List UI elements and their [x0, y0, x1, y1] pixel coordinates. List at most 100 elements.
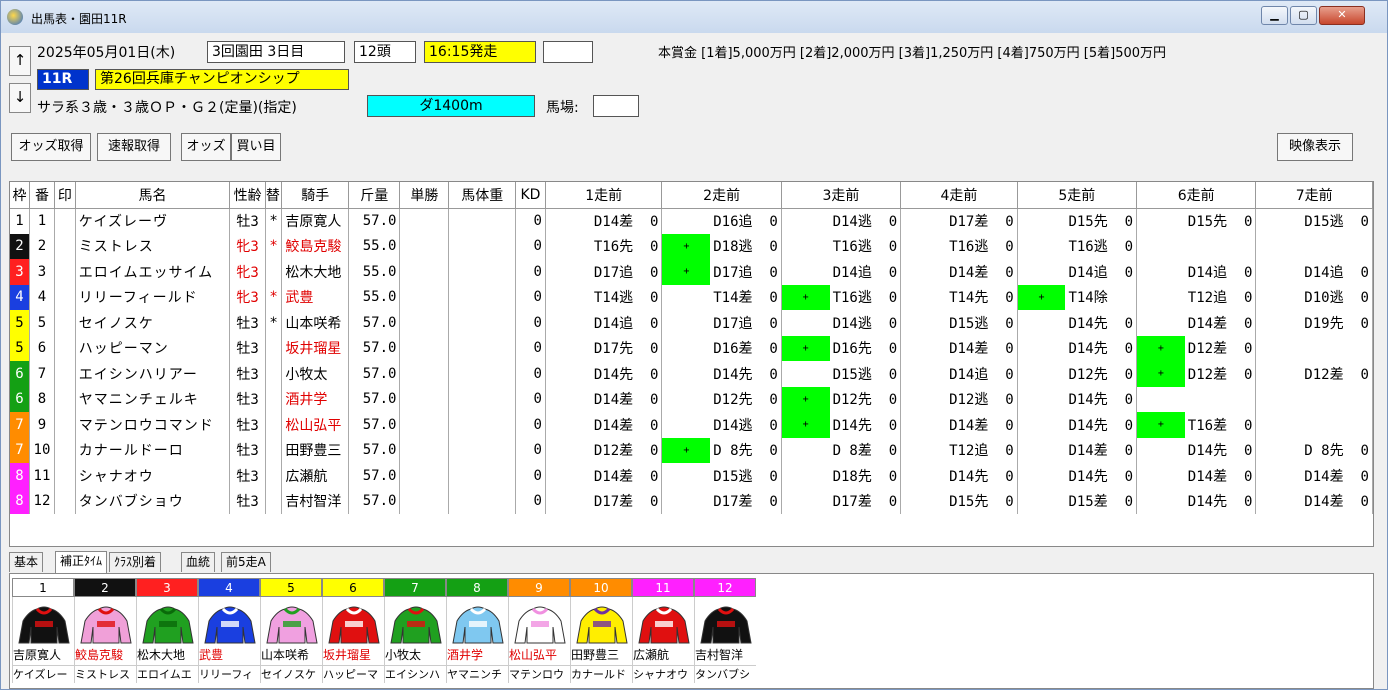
past-run-2[interactable]: D14逃 0: [710, 412, 782, 438]
past-run-1[interactable]: D17差 0: [590, 488, 663, 514]
odds-fetch-button[interactable]: オッズ取得: [11, 133, 91, 161]
past-run-1[interactable]: T16先 0: [590, 233, 663, 259]
table-row[interactable]: 5 6 ハッピーマン 牡3 坂井瑠星 57.0 0 D17先 0 D16差 0 + D16先 0 D1…: [10, 335, 1373, 361]
horse-name[interactable]: ハッピーマン: [75, 335, 231, 361]
past-run-3[interactable]: D14逃 0: [829, 208, 902, 234]
table-row[interactable]: 2 2 ミストレス 牝3 * 鮫島克駿 55.0 0 T16先 0 + D18逃 0 T16逃 0 T1…: [10, 233, 1373, 259]
jockey-name[interactable]: 田野豊三: [281, 437, 350, 463]
column-header[interactable]: 印: [54, 182, 76, 209]
horse-name[interactable]: セイノスケ: [75, 310, 231, 336]
past-run-6[interactable]: D15先 0: [1184, 208, 1257, 234]
past-run-1[interactable]: D14差 0: [590, 463, 663, 489]
column-header[interactable]: 馬体重: [448, 182, 517, 209]
table-row[interactable]: 1 1 ケイズレーヴ 牡3 * 吉原寛人 57.0 0 D14差 0 D16追 0 D14逃 0 D1…: [10, 208, 1373, 234]
table-row[interactable]: 7 10 カナールドーロ 牡3 田野豊三 57.0 0 D12差 0 + D 8先 0D 8差 0…: [10, 437, 1373, 463]
past-run-4[interactable]: T12追 0: [946, 437, 1018, 463]
mark-cell[interactable]: [54, 463, 76, 489]
past-run-6[interactable]: [1184, 233, 1257, 259]
past-run-5[interactable]: D14先 0: [1065, 386, 1138, 412]
past-run-3[interactable]: D14逃 0: [829, 310, 902, 336]
past-run-2[interactable]: D18逃 0: [710, 233, 782, 259]
column-header[interactable]: 7走前: [1255, 182, 1373, 209]
horse-name[interactable]: シャナオウ: [75, 463, 231, 489]
table-row[interactable]: 5 5 セイノスケ 牡3 * 山本咲希 57.0 0 D14追 0 D17追 0 D14逃 0 D15…: [10, 310, 1373, 336]
past-run-6[interactable]: [1184, 386, 1257, 412]
horse-name[interactable]: ミストレス: [75, 233, 231, 259]
past-run-7[interactable]: D14追 0: [1301, 259, 1373, 285]
past-run-5[interactable]: D12先 0: [1065, 361, 1138, 387]
silk-card[interactable]: 2 鮫島克駿 ミストレス: [74, 578, 136, 688]
column-header[interactable]: 5走前: [1017, 182, 1138, 209]
column-header[interactable]: 6走前: [1136, 182, 1257, 209]
prev-race-button[interactable]: ↑: [9, 46, 31, 76]
jockey-name[interactable]: 吉村智洋: [281, 488, 350, 514]
past-run-2[interactable]: D17追 0: [710, 259, 782, 285]
silk-card[interactable]: 3 松木大地 エロイムエ: [136, 578, 198, 688]
past-run-1[interactable]: D14追 0: [590, 310, 663, 336]
table-row[interactable]: 7 9 マテンロウコマンド 牡3 松山弘平 57.0 0 D14差 0 D14逃 0 + D14先 …: [10, 412, 1373, 438]
past-run-4[interactable]: D14差 0: [946, 335, 1018, 361]
silk-card[interactable]: 10 田野豊三 カナールド: [570, 578, 632, 688]
column-header[interactable]: 斤量: [348, 182, 401, 209]
mark-cell[interactable]: [54, 208, 76, 234]
past-run-5[interactable]: D15先 0: [1065, 208, 1138, 234]
past-run-3[interactable]: D14先 0: [829, 412, 902, 438]
past-run-1[interactable]: D14差 0: [590, 208, 663, 234]
past-run-6[interactable]: D14差 0: [1184, 463, 1257, 489]
silk-card[interactable]: 1 吉原寛人 ケイズレー: [12, 578, 74, 688]
mark-cell[interactable]: [54, 412, 76, 438]
jockey-name[interactable]: 武豊: [281, 284, 350, 310]
past-run-7[interactable]: [1301, 233, 1373, 259]
silk-card[interactable]: 7 小牧太 エイシンハ: [384, 578, 446, 688]
past-run-3[interactable]: D 8差 0: [829, 437, 902, 463]
tab-3[interactable]: ｸﾗｽ別着: [109, 552, 162, 572]
past-run-5[interactable]: D14差 0: [1065, 437, 1138, 463]
past-run-5[interactable]: D14先 0: [1065, 412, 1138, 438]
column-header[interactable]: 性齢: [229, 182, 266, 209]
tab-2[interactable]: 補正ﾀｲﾑ: [55, 551, 108, 573]
column-header[interactable]: 枠: [10, 182, 30, 209]
tab-1[interactable]: 基本: [9, 552, 44, 572]
silk-card[interactable]: 9 松山弘平 マテンロウ: [508, 578, 570, 688]
past-run-4[interactable]: D14差 0: [946, 259, 1018, 285]
past-run-7[interactable]: D10逃 0: [1301, 284, 1373, 310]
jockey-name[interactable]: 松木大地: [281, 259, 350, 285]
table-row[interactable]: 6 7 エイシンハリアー 牡3 小牧太 57.0 0 D14先 0 D14先 0 D15逃 0 D1…: [10, 361, 1373, 387]
past-run-7[interactable]: D19先 0: [1301, 310, 1373, 336]
past-run-7[interactable]: D 8先 0: [1301, 437, 1373, 463]
jockey-name[interactable]: 山本咲希: [281, 310, 350, 336]
past-run-2[interactable]: D12先 0: [710, 386, 782, 412]
mark-cell[interactable]: [54, 488, 76, 514]
past-run-3[interactable]: D14追 0: [829, 259, 902, 285]
past-run-5[interactable]: T16逃 0: [1065, 233, 1138, 259]
past-run-1[interactable]: D14差 0: [590, 386, 663, 412]
past-run-7[interactable]: D15逃 0: [1301, 208, 1373, 234]
tab-5[interactable]: 前5走A: [221, 552, 271, 572]
odds-button[interactable]: オッズ: [181, 133, 231, 161]
horse-name[interactable]: エロイムエッサイム: [75, 259, 231, 285]
past-run-4[interactable]: D14先 0: [946, 463, 1018, 489]
close-button[interactable]: ✕: [1319, 6, 1365, 25]
title-bar[interactable]: 出馬表・園田11R ▁ ▢ ✕: [1, 1, 1387, 33]
minimize-button[interactable]: ▁: [1261, 6, 1288, 25]
mark-cell[interactable]: [54, 361, 76, 387]
table-row[interactable]: 4 4 リリーフィールド 牝3 * 武豊 55.0 0 T14逃 0 T14差 0 + T16逃 0T…: [10, 284, 1373, 310]
jockey-name[interactable]: 鮫島克駿: [281, 233, 350, 259]
silk-card[interactable]: 6 坂井瑠星 ハッピーマ: [322, 578, 384, 688]
buy-button[interactable]: 買い目: [231, 133, 281, 161]
video-button[interactable]: 映像表示: [1277, 133, 1353, 161]
past-run-3[interactable]: D15逃 0: [829, 361, 902, 387]
past-run-5[interactable]: D14先 0: [1065, 335, 1138, 361]
horse-name[interactable]: ケイズレーヴ: [75, 208, 231, 234]
jockey-name[interactable]: 松山弘平: [281, 412, 350, 438]
past-run-1[interactable]: T14逃 0: [590, 284, 663, 310]
silk-card[interactable]: 11 広瀬航 シャナオウ: [632, 578, 694, 688]
past-run-6[interactable]: D12差 0: [1184, 335, 1257, 361]
silk-card[interactable]: 4 武豊 リリーフィ: [198, 578, 260, 688]
horse-name[interactable]: ヤマニンチェルキ: [75, 386, 231, 412]
jockey-name[interactable]: 広瀬航: [281, 463, 350, 489]
jockey-name[interactable]: 酒井学: [281, 386, 350, 412]
table-row[interactable]: 6 8 ヤマニンチェルキ 牡3 酒井学 57.0 0 D14差 0 D12先 0 + D12先 0 D…: [10, 386, 1373, 412]
column-header[interactable]: 1走前: [545, 182, 663, 209]
past-run-1[interactable]: D17追 0: [590, 259, 663, 285]
